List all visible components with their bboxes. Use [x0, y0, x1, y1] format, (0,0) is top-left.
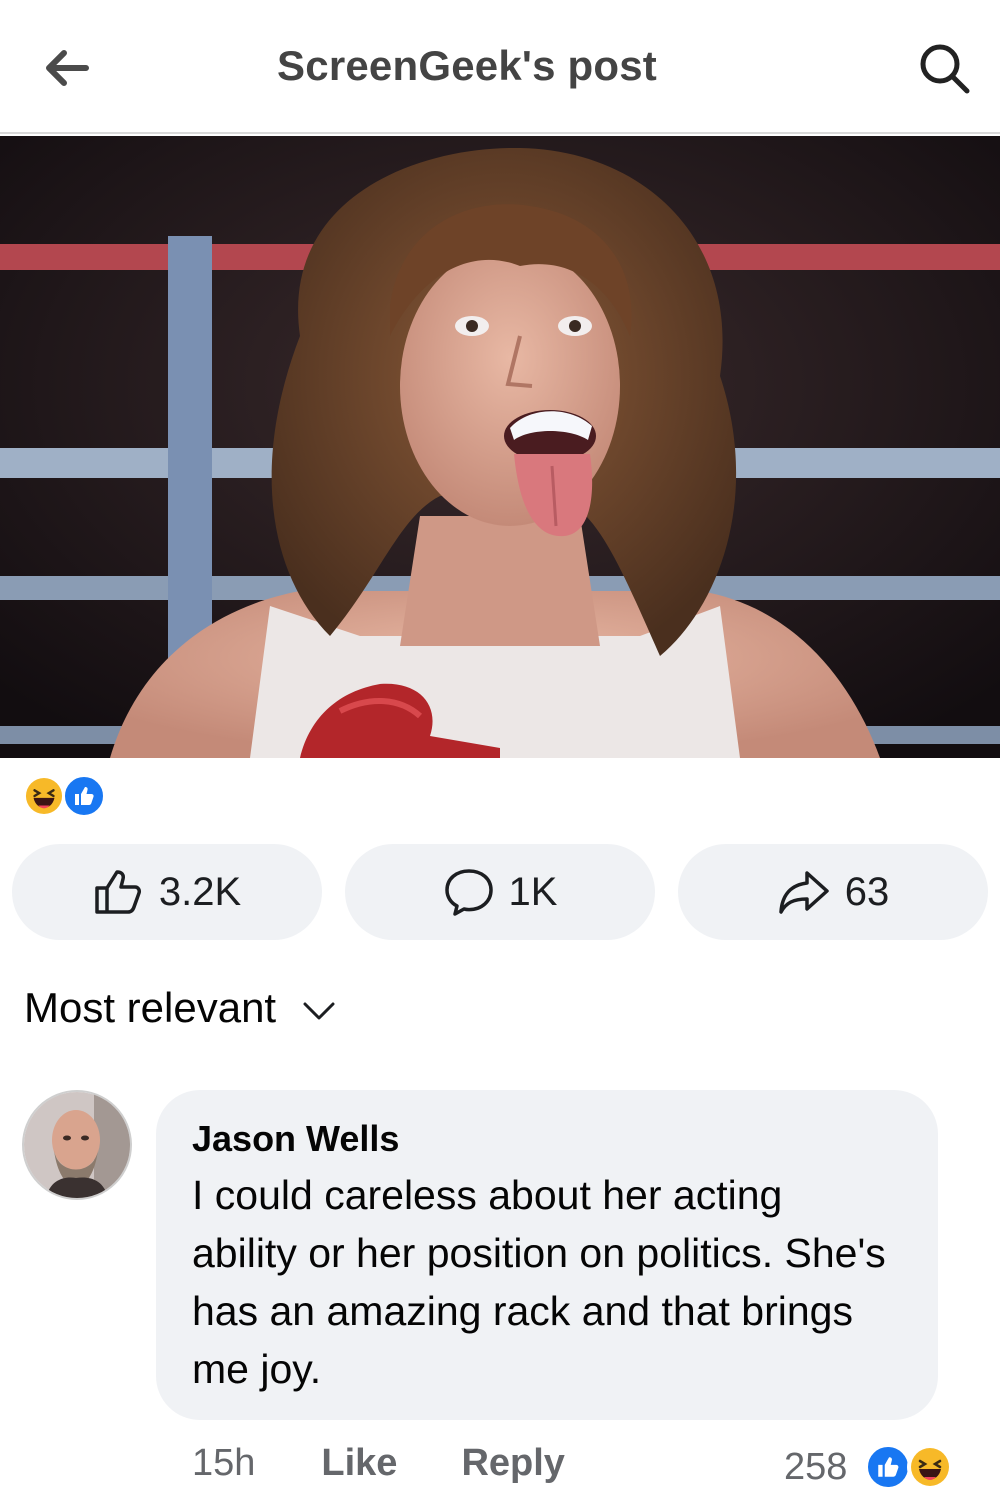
search-button[interactable]	[912, 36, 976, 100]
user-avatar-image	[24, 1092, 130, 1198]
share-button[interactable]: 63	[678, 844, 988, 940]
comment-like-button[interactable]: Like	[321, 1442, 397, 1485]
like-count: 3.2K	[158, 869, 242, 914]
post-reaction-summary[interactable]	[22, 774, 106, 818]
comment-meta: 15h Like Reply	[192, 1438, 565, 1488]
comment-bubble: Jason Wells I could careless about her a…	[156, 1090, 938, 1420]
comment-sort-dropdown[interactable]: Most relevant	[24, 984, 336, 1032]
share-count: 63	[844, 869, 890, 914]
chevron-down-icon	[303, 1002, 335, 1020]
sort-label: Most relevant	[24, 984, 277, 1031]
haha-icon	[22, 774, 66, 818]
post-photo[interactable]	[0, 136, 1000, 758]
haha-icon	[907, 1444, 954, 1490]
top-bar: ScreenGeek's post	[0, 0, 1000, 134]
like-icon	[865, 1444, 912, 1490]
comment-timestamp[interactable]: 15h	[192, 1442, 255, 1485]
comment-reply-button[interactable]: Reply	[461, 1442, 564, 1485]
comment-author[interactable]: Jason Wells	[192, 1118, 399, 1160]
comment-reactions[interactable]: 258	[784, 1442, 954, 1492]
comment-icon	[444, 869, 493, 916]
boxer-photo-image	[0, 136, 1000, 758]
share-icon	[779, 871, 829, 914]
like-button[interactable]: 3.2K	[12, 844, 322, 940]
comment-reaction-count: 258	[784, 1445, 848, 1488]
comment-text: I could careless about her acting abilit…	[192, 1172, 886, 1392]
search-icon	[920, 44, 970, 94]
like-icon	[62, 774, 106, 818]
comment-button[interactable]: 1K	[345, 844, 655, 940]
post-action-bar: 3.2K 1K 63	[12, 844, 988, 940]
thumbs-up-icon	[95, 870, 141, 914]
page-title: ScreenGeek's post	[277, 42, 657, 89]
avatar[interactable]	[22, 1090, 132, 1200]
comment-count: 1K	[508, 869, 558, 914]
